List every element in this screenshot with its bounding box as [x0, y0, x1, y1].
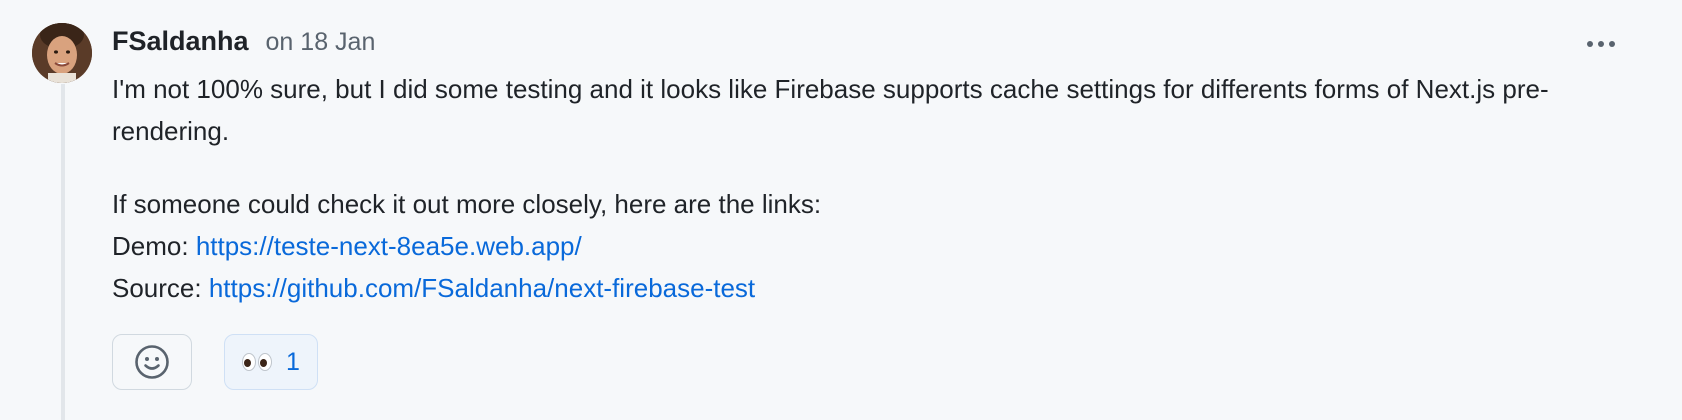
kebab-dot [1587, 41, 1593, 47]
comment-paragraph: I'm not 100% sure, but I did some testin… [112, 74, 1549, 146]
source-label: Source: [112, 273, 202, 303]
reaction-eyes-button[interactable]: 1 [224, 334, 318, 390]
comment: FSaldanha on 18 Jan I'm not 100% sure, b… [112, 26, 1615, 390]
eyes-emoji-icon [242, 353, 273, 371]
avatar-image [32, 23, 92, 83]
comment-header: FSaldanha on 18 Jan [112, 26, 1592, 62]
demo-label: Demo: [112, 231, 189, 261]
kebab-horizontal-icon[interactable] [1581, 32, 1621, 56]
smiley-icon [135, 345, 169, 379]
author-link[interactable]: FSaldanha [112, 26, 249, 57]
reactions-bar: 1 [112, 334, 318, 390]
eye [242, 353, 257, 371]
source-link[interactable]: https://github.com/FSaldanha/next-fireba… [209, 273, 755, 303]
comment-timestamp[interactable]: on 18 Jan [266, 28, 376, 57]
eye [258, 353, 273, 371]
comment-body: I'm not 100% sure, but I did some testin… [112, 68, 1592, 309]
links-intro: If someone could check it out more close… [112, 189, 822, 219]
timeline-line [61, 84, 65, 420]
comment-paragraph: If someone could check it out more close… [112, 183, 1592, 309]
demo-link[interactable]: https://teste-next-8ea5e.web.app/ [196, 231, 582, 261]
kebab-dot [1598, 41, 1604, 47]
kebab-dot [1609, 41, 1615, 47]
avatar[interactable] [32, 23, 92, 83]
add-reaction-button[interactable] [112, 334, 192, 390]
reaction-count: 1 [286, 347, 300, 376]
